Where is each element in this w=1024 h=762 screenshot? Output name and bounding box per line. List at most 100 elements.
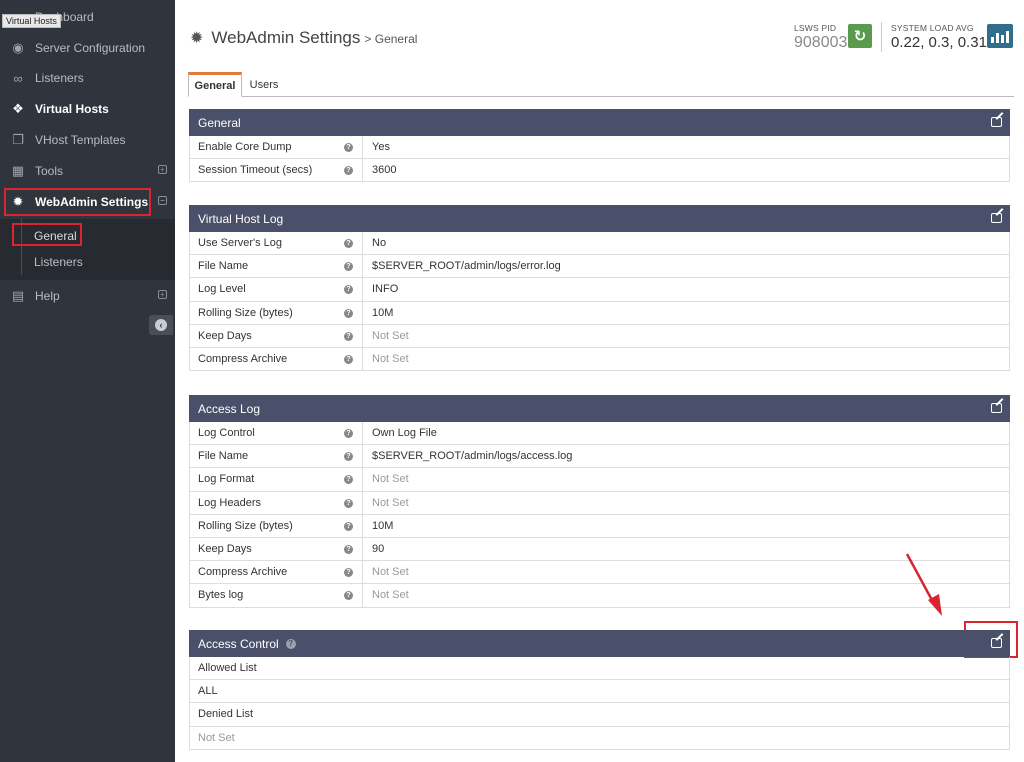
- help-icon[interactable]: ?: [344, 521, 353, 531]
- row-value: 90: [372, 543, 385, 556]
- row-value: $SERVER_ROOT/admin/logs/error.log: [372, 260, 561, 273]
- expand-icon[interactable]: +: [158, 290, 167, 299]
- row-value: Own Log File: [372, 427, 437, 440]
- collapse-sidebar-button[interactable]: ‹: [149, 315, 173, 335]
- help-icon[interactable]: ?: [344, 285, 353, 295]
- tab-general[interactable]: General: [188, 72, 242, 97]
- table-row: Keep Days? Not Set: [189, 324, 1010, 348]
- table-row: Compress Archive? Not Set: [189, 347, 1010, 372]
- panel-title: Virtual Host Log: [198, 211, 284, 226]
- sidebar-item-label: VHost Templates: [35, 133, 126, 147]
- row-label: File Name?: [190, 445, 363, 468]
- row-label: Rolling Size (bytes)?: [190, 514, 363, 537]
- edit-icon[interactable]: [991, 213, 1002, 223]
- row-label: Keep Days?: [190, 537, 363, 561]
- help-icon[interactable]: ?: [344, 498, 353, 508]
- help-icon[interactable]: ?: [344, 308, 353, 318]
- annotation-arrow: [905, 553, 942, 616]
- breadcrumb: > General: [364, 32, 418, 46]
- refresh-icon: ↻: [853, 28, 867, 45]
- row-value: $SERVER_ROOT/admin/logs/access.log: [372, 450, 573, 463]
- help-icon[interactable]: ?: [344, 591, 353, 601]
- sidebar-item-listeners[interactable]: ∞ Listeners: [0, 64, 175, 92]
- refresh-button[interactable]: ↻: [848, 24, 872, 48]
- sidebar-item-label: Help: [35, 289, 60, 303]
- help-icon[interactable]: ?: [344, 143, 353, 152]
- edit-icon[interactable]: [991, 403, 1002, 413]
- help-icon[interactable]: ?: [344, 475, 353, 485]
- row-label: Log Level?: [190, 278, 363, 301]
- row-label: Use Server's Log?: [190, 232, 363, 255]
- panel-title: General: [198, 115, 241, 130]
- edit-icon[interactable]: [991, 638, 1002, 648]
- sidebar-item-vhost-templates[interactable]: ❐ VHost Templates: [0, 126, 175, 154]
- row-label: Log Format?: [190, 468, 363, 491]
- table-row: Keep Days? 90: [189, 537, 1010, 562]
- pid-block: LSWS PID 908003: [794, 23, 847, 52]
- row-label: Rolling Size (bytes)?: [190, 301, 363, 324]
- sidebar-item-tools[interactable]: ▦ Tools +: [0, 157, 175, 185]
- row-value: ALL: [198, 685, 218, 698]
- table-row: File Name? $SERVER_ROOT/admin/logs/error…: [189, 255, 1010, 279]
- sidebar-item-virtual-hosts[interactable]: ❖ Virtual Hosts: [0, 95, 175, 123]
- link-icon: ∞: [13, 70, 23, 86]
- row-value: 10M: [372, 519, 394, 532]
- table-row: File Name? $SERVER_ROOT/admin/logs/acces…: [189, 445, 1010, 469]
- row-label: Session Timeout (secs)?: [190, 159, 363, 182]
- bar-chart-icon: [991, 37, 994, 43]
- row-value: Not Set: [372, 473, 409, 486]
- tab-users[interactable]: Users: [250, 72, 279, 97]
- expand-icon[interactable]: +: [158, 165, 167, 174]
- help-icon[interactable]: ?: [344, 166, 353, 176]
- row-value: No: [372, 237, 387, 250]
- row-label: File Name?: [190, 255, 363, 278]
- panel-header: Access Log: [189, 395, 1010, 422]
- table-row: Compress Archive? Not Set: [189, 561, 1010, 585]
- row-value: Not Set: [198, 731, 235, 744]
- collapse-icon[interactable]: −: [158, 196, 167, 205]
- load-block: SYSTEM LOAD AVG 0.22, 0.3, 0.31: [891, 23, 987, 51]
- panel-header: Access Control ?: [189, 630, 1010, 657]
- help-icon[interactable]: ?: [344, 331, 353, 341]
- load-value: 0.22, 0.3, 0.31: [891, 34, 987, 51]
- page-title-text: WebAdmin Settings: [211, 28, 361, 47]
- tab-bar-line: [188, 96, 1014, 97]
- globe-icon: ◉: [12, 40, 24, 55]
- panel-title: Access Control: [198, 636, 279, 651]
- sidebar-item-label: Listeners: [35, 71, 84, 85]
- row-label: Compress Archive?: [190, 561, 363, 584]
- help-icon[interactable]: ?: [344, 354, 353, 364]
- submenu-item-listeners[interactable]: Listeners: [34, 255, 83, 269]
- help-icon[interactable]: ?: [344, 239, 353, 248]
- sidebar-item-label: Virtual Hosts: [35, 102, 109, 116]
- help-icon[interactable]: ?: [344, 568, 353, 578]
- table-row: Enable Core Dump? Yes: [189, 136, 1010, 160]
- grid-icon: ▦: [11, 163, 25, 178]
- row-label: Log Control?: [190, 422, 363, 445]
- highlight-box-webadmin: [4, 188, 151, 216]
- table-row: Not Set: [189, 726, 1010, 750]
- table-row: Log Format? Not Set: [189, 468, 1010, 492]
- bar-chart-icon: [996, 33, 999, 43]
- help-icon[interactable]: ?: [344, 544, 353, 554]
- panel-virtual-host-log: Virtual Host Log Use Server's Log? No Fi…: [189, 205, 1010, 372]
- table-row: Allowed List: [189, 657, 1010, 681]
- row-label: Denied List: [198, 708, 254, 721]
- edit-icon[interactable]: [991, 117, 1002, 127]
- table-row: Log Level? INFO: [189, 278, 1010, 302]
- table-row: Use Server's Log? No: [189, 232, 1010, 256]
- chart-button[interactable]: [987, 24, 1013, 48]
- table-row: Session Timeout (secs)? 3600: [189, 159, 1010, 183]
- sidebar-item-help[interactable]: ▤ Help +: [0, 282, 175, 310]
- help-icon[interactable]: ?: [285, 638, 296, 649]
- help-icon[interactable]: ?: [344, 452, 353, 462]
- row-value: Not Set: [372, 353, 409, 366]
- row-value: Not Set: [372, 566, 409, 579]
- help-icon[interactable]: ?: [344, 262, 353, 272]
- copy-icon: ❐: [12, 132, 24, 147]
- row-label: Enable Core Dump?: [190, 136, 363, 159]
- help-icon[interactable]: ?: [344, 429, 353, 438]
- sidebar-item-server-configuration[interactable]: ◉ Server Configuration: [0, 34, 175, 62]
- row-value: INFO: [372, 283, 399, 296]
- table-row: Rolling Size (bytes)? 10M: [189, 301, 1010, 325]
